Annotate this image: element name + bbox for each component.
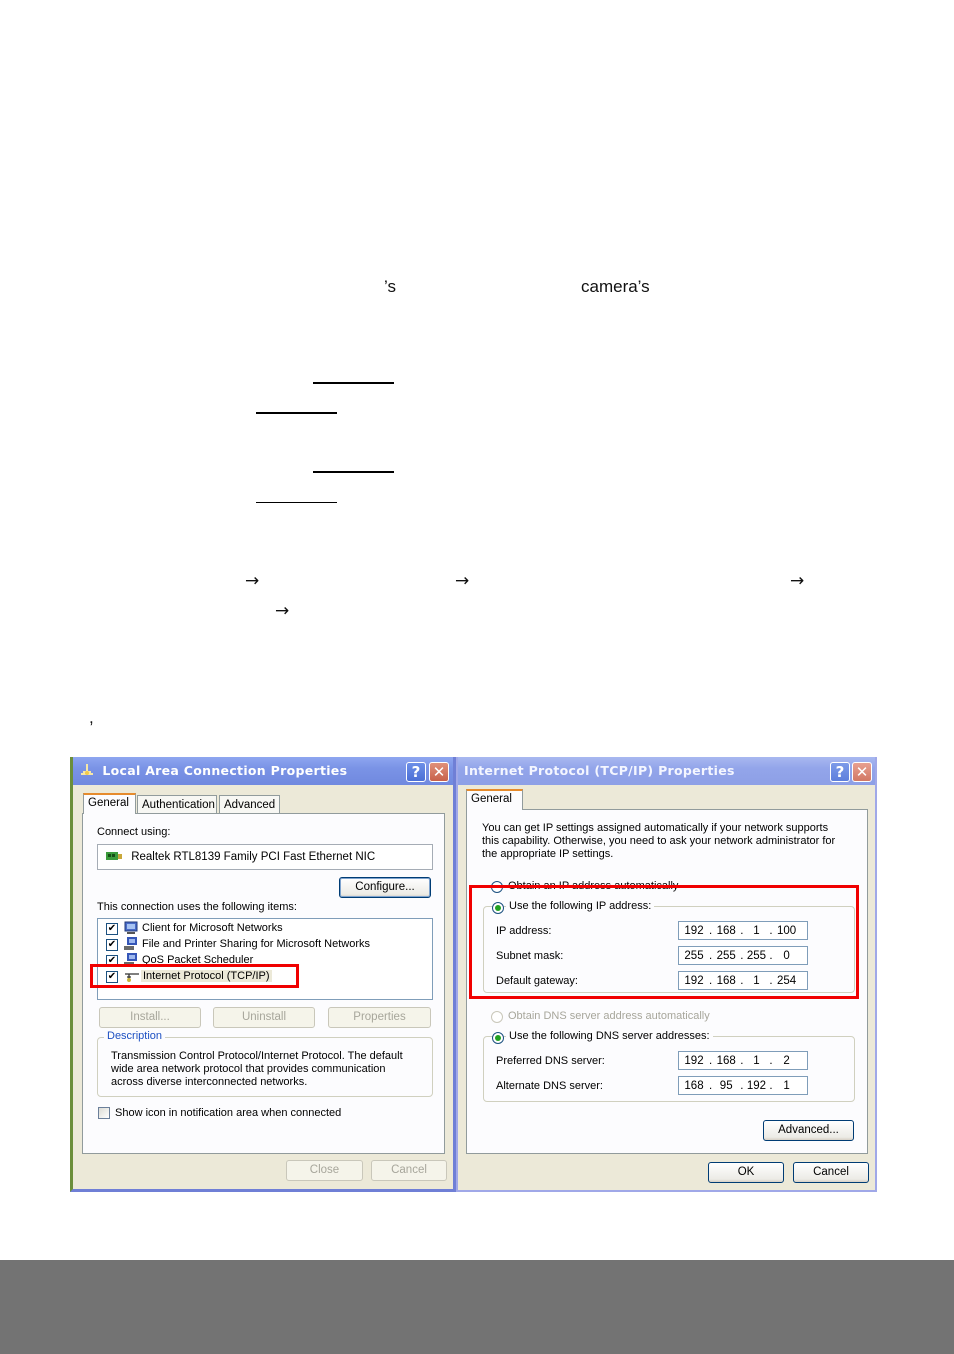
arrow-right-icon: → — [275, 601, 290, 621]
item-checkbox[interactable]: ✔ — [106, 939, 118, 951]
item-label[interactable]: Client for Microsoft Networks — [142, 922, 283, 934]
obtain-dns-auto-radio[interactable] — [491, 1011, 503, 1023]
advanced-button[interactable]: Advanced... — [763, 1120, 854, 1141]
alternate-dns-input[interactable]: 168. 95. 192. 1 — [678, 1076, 808, 1095]
stray-comma-text: , — [89, 708, 94, 727]
network-client-icon — [124, 921, 138, 935]
tab-authentication[interactable]: Authentication — [137, 795, 217, 813]
adapter-name: Realtek RTL8139 Family PCI Fast Ethernet… — [131, 851, 376, 863]
items-label: This connection uses the following items… — [97, 901, 297, 913]
title-bar[interactable]: Internet Protocol (TCP/IP) Properties ? … — [458, 757, 875, 785]
preferred-dns-label: Preferred DNS server: — [496, 1055, 605, 1067]
window-title: Local Area Connection Properties — [102, 763, 348, 778]
possessive-suffix-text: ’s — [384, 277, 396, 296]
obtain-dns-auto-label[interactable]: Obtain DNS server address automatically — [508, 1010, 710, 1022]
arrow-right-icon: → — [245, 571, 260, 591]
octet: 1 — [753, 1055, 760, 1067]
camera-possessive-text: camera’s — [581, 277, 650, 296]
alternate-dns-label: Alternate DNS server: — [496, 1080, 603, 1092]
octet: 168 — [716, 1055, 736, 1067]
adapter-field: Realtek RTL8139 Family PCI Fast Ethernet… — [97, 844, 433, 870]
underline-blank — [313, 471, 394, 473]
page-footer-band — [0, 1260, 954, 1354]
description-title: Description — [104, 1030, 166, 1042]
static-ip-highlight-box — [469, 885, 859, 999]
tab-general[interactable]: General — [466, 789, 523, 810]
preferred-dns-input[interactable]: 192. 168. 1. 2 — [678, 1051, 808, 1070]
underline-blank — [256, 412, 337, 414]
static-dns-group: Use the following DNS server addresses: … — [483, 1030, 855, 1102]
network-adapter-icon — [106, 846, 122, 860]
intro-line: the appropriate IP settings. — [482, 848, 614, 860]
title-bar[interactable]: Local Area Connection Properties ? ✕ — [73, 757, 453, 785]
item-label[interactable]: File and Printer Sharing for Microsoft N… — [142, 938, 370, 950]
octet: 192 — [746, 1080, 766, 1092]
window-title: Internet Protocol (TCP/IP) Properties — [464, 763, 735, 778]
cancel-button[interactable]: Cancel — [371, 1160, 447, 1181]
description-group: Description Transmission Control Protoco… — [97, 1030, 433, 1097]
tab-advanced[interactable]: Advanced — [219, 795, 280, 813]
configure-button[interactable]: Configure... — [339, 877, 431, 898]
use-following-dns-radio[interactable] — [492, 1032, 504, 1044]
arrow-right-icon: → — [455, 571, 470, 591]
octet: 168 — [684, 1080, 704, 1092]
install-button[interactable]: Install... — [99, 1007, 201, 1028]
arrow-right-icon: → — [790, 571, 805, 591]
octet: 192 — [684, 1055, 704, 1067]
cancel-button[interactable]: Cancel — [793, 1162, 869, 1183]
underline-blank — [256, 502, 337, 503]
octet: 2 — [783, 1055, 790, 1067]
description-line: Transmission Control Protocol/Internet P… — [111, 1050, 403, 1062]
properties-button[interactable]: Properties — [328, 1007, 431, 1028]
intro-line: this capability. Otherwise, you need to … — [482, 835, 836, 847]
use-following-dns-label[interactable]: Use the following DNS server addresses: — [506, 1030, 713, 1042]
tcpip-highlight-box — [90, 964, 299, 988]
file-printer-sharing-icon — [124, 937, 138, 951]
uninstall-button[interactable]: Uninstall — [213, 1007, 315, 1028]
description-line: across diverse interconnected networks. — [111, 1076, 308, 1088]
close-window-button[interactable]: ✕ — [852, 762, 872, 782]
tab-general[interactable]: General — [83, 793, 136, 814]
underline-blank — [313, 382, 394, 384]
close-button[interactable]: Close — [286, 1160, 363, 1181]
ok-button[interactable]: OK — [708, 1162, 784, 1183]
network-connection-icon — [79, 758, 95, 775]
help-button[interactable]: ? — [406, 762, 426, 782]
show-icon-checkbox[interactable] — [98, 1107, 110, 1119]
close-window-button[interactable]: ✕ — [429, 762, 449, 782]
connect-using-label: Connect using: — [97, 826, 171, 838]
intro-line: You can get IP settings assigned automat… — [482, 822, 829, 834]
octet: 95 — [719, 1080, 733, 1092]
description-line: wide area network protocol that provides… — [111, 1063, 386, 1075]
octet: 1 — [783, 1080, 790, 1092]
show-icon-label[interactable]: Show icon in notification area when conn… — [115, 1107, 341, 1119]
item-checkbox[interactable]: ✔ — [106, 923, 118, 935]
help-button[interactable]: ? — [830, 762, 850, 782]
